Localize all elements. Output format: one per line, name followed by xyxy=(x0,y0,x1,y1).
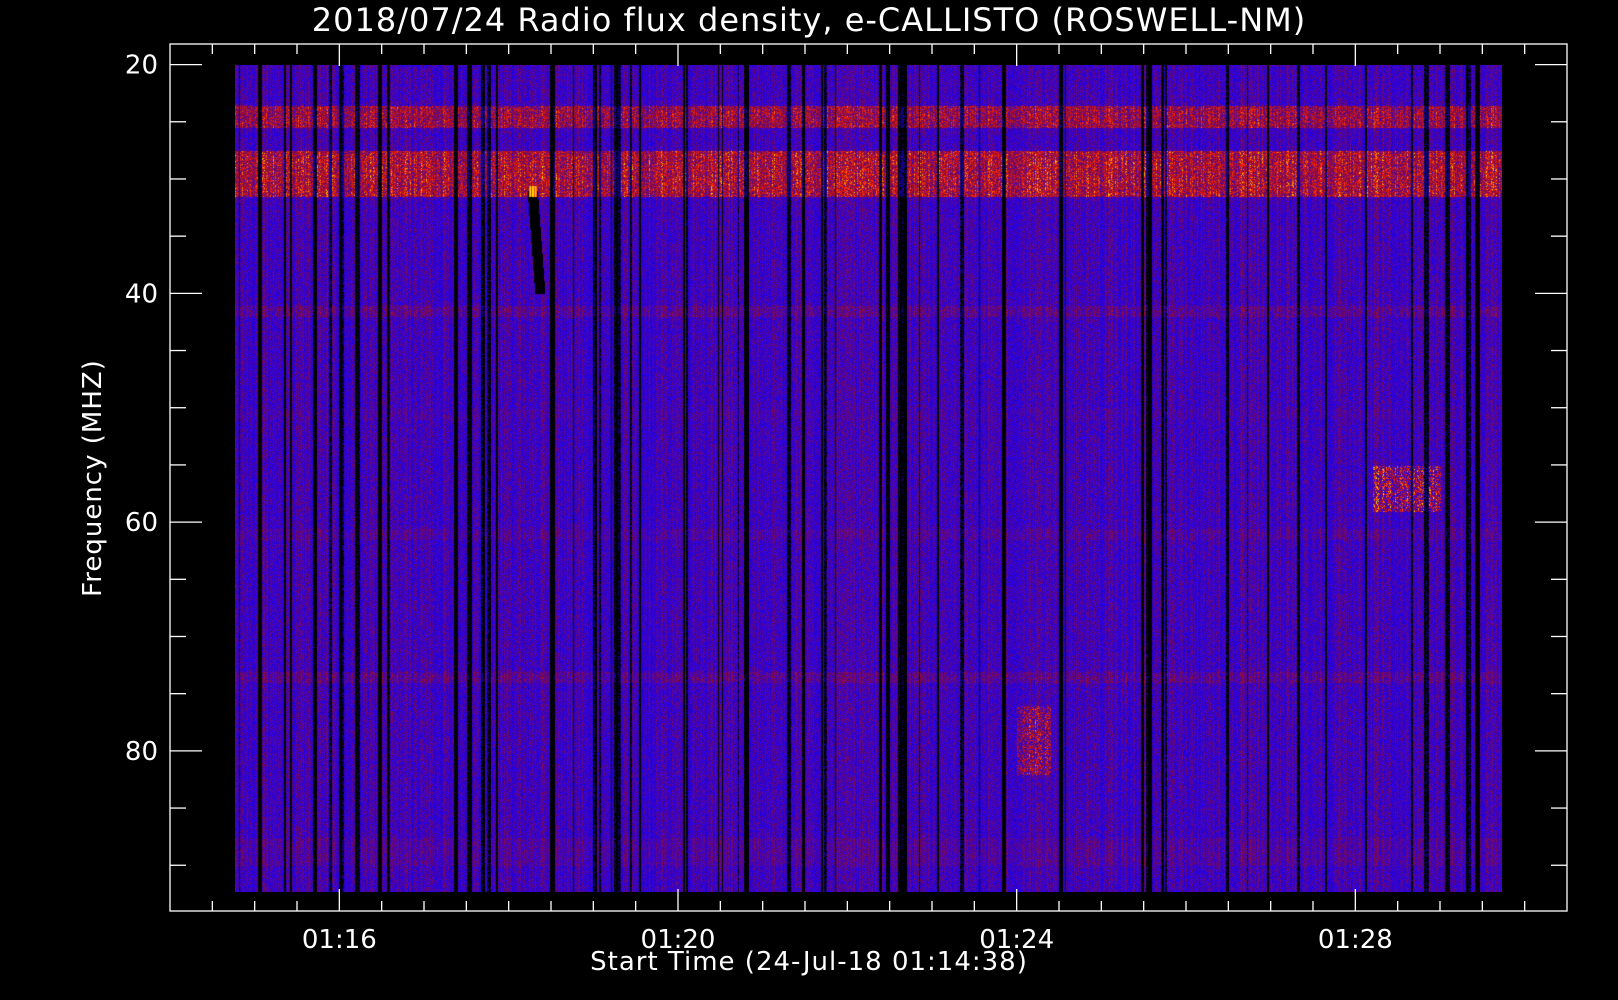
spectrogram-canvas xyxy=(235,64,1502,892)
y-tick-label: 60 xyxy=(125,508,158,538)
spectrogram-image xyxy=(235,64,1502,892)
y-tick-label: 20 xyxy=(125,51,158,81)
y-tick-label: 80 xyxy=(125,737,158,767)
y-tick-label: 40 xyxy=(125,279,158,309)
x-axis-label: Start Time (24-Jul-18 01:14:38) xyxy=(590,947,1028,977)
spectrogram-plot: 01:16 01:20 01:24 01:2820406080 xyxy=(125,43,1568,955)
spectrogram-heatmap xyxy=(235,64,1502,892)
y-axis-label: Frequency (MHZ) xyxy=(78,359,108,597)
